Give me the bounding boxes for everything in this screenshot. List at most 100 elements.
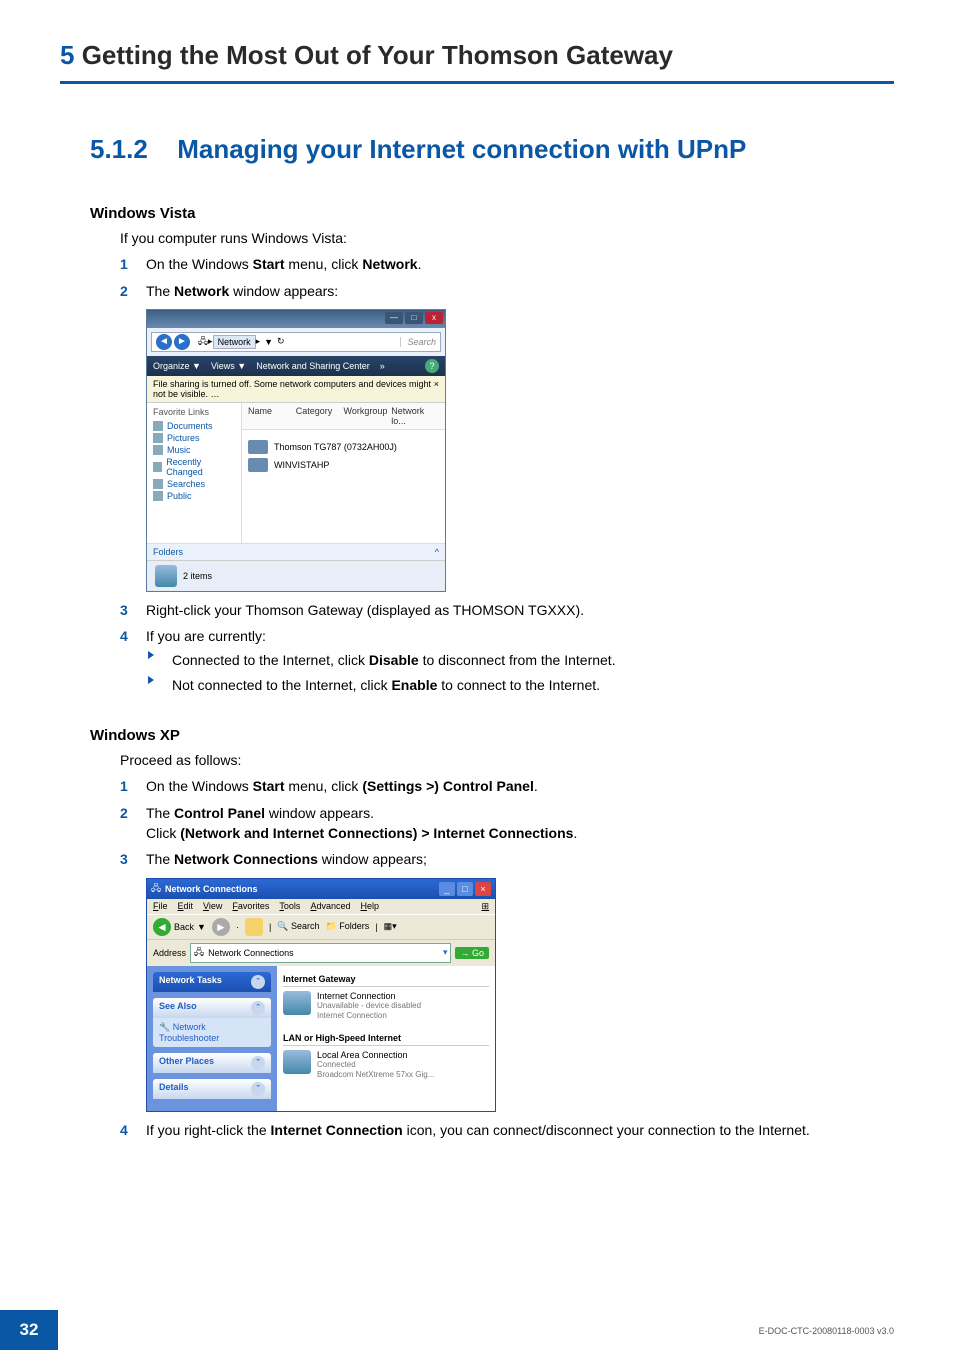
maximize-button[interactable]: □: [457, 882, 473, 896]
network-item-pc[interactable]: WINVISTAHP: [248, 458, 439, 472]
forward-button[interactable]: ►: [212, 918, 230, 936]
vista-steps-cont: 3 Right-click your Thomson Gateway (disp…: [120, 600, 894, 699]
folder-icon: [153, 433, 163, 443]
toolbar-more[interactable]: »: [380, 361, 385, 371]
vista-steps: 1 On the Windows Start menu, click Netwo…: [120, 254, 894, 301]
page-number: 32: [0, 1310, 58, 1350]
col-name[interactable]: Name: [248, 406, 296, 426]
xp-menubar[interactable]: File Edit View Favorites Tools Advanced …: [147, 899, 495, 914]
organize-menu[interactable]: Organize ▼: [153, 361, 201, 371]
group-internet-gateway: Internet Gateway: [283, 972, 489, 987]
minimize-button[interactable]: —: [385, 312, 403, 324]
sidebar-music[interactable]: Music: [153, 445, 235, 455]
minimize-button[interactable]: _: [439, 882, 455, 896]
up-button[interactable]: [245, 918, 263, 936]
sidebar-documents[interactable]: Documents: [153, 421, 235, 431]
vista-heading: Windows Vista: [90, 205, 894, 222]
step-marker: 4: [120, 626, 146, 699]
panel-other-places[interactable]: Other Placesˇ: [153, 1053, 271, 1073]
network-item-gateway[interactable]: Thomson TG787 (0732AH00J): [248, 440, 439, 454]
internet-connection-item[interactable]: Internet Connection Unavailable - device…: [283, 991, 489, 1021]
views-menu[interactable]: Views ▼: [211, 361, 246, 371]
sidebar-recently-changed[interactable]: Recently Changed: [153, 457, 235, 477]
address-label: Address: [153, 948, 186, 958]
vista-screenshot: — □ x ◄ ► 🖧 ▸ Network ▸ ▼ ↻ Search Organ…: [146, 309, 894, 592]
lan-connection-item[interactable]: Local Area Connection Connected Broadcom…: [283, 1050, 489, 1080]
chevron-icon[interactable]: ˆ: [251, 1001, 265, 1015]
xp-step-1: On the Windows Start menu, click (Settin…: [146, 776, 894, 796]
xp-addressbar: Address 🖧Network Connections▾ → Go: [147, 940, 495, 966]
menu-edit[interactable]: Edit: [178, 901, 194, 912]
infobar-close-icon[interactable]: ×: [434, 379, 439, 399]
menu-view[interactable]: View: [203, 901, 222, 912]
col-location[interactable]: Network lo...: [391, 406, 439, 426]
sidebar-searches[interactable]: Searches: [153, 479, 235, 489]
xp-step-4: If you right-click the Internet Connecti…: [146, 1120, 894, 1140]
vista-address-bar[interactable]: ◄ ► 🖧 ▸ Network ▸ ▼ ↻ Search: [151, 332, 441, 352]
sidebar-public[interactable]: Public: [153, 491, 235, 501]
xp-intro: Proceed as follows:: [120, 750, 894, 770]
panel-see-also[interactable]: See Alsoˆ 🔧 Network Troubleshooter: [153, 998, 271, 1047]
xp-sidepanel: Network Tasksˇ See Alsoˆ 🔧 Network Troub…: [147, 966, 277, 1111]
bullet-marker: [146, 675, 172, 695]
window-icon: 🖧: [151, 881, 161, 897]
step-marker: 3: [120, 849, 146, 869]
folder-icon: [153, 445, 163, 455]
network-troubleshooter-link[interactable]: 🔧 Network Troubleshooter: [153, 1018, 271, 1047]
maximize-button[interactable]: □: [405, 312, 423, 324]
xp-titlebar[interactable]: 🖧 Network Connections _ □ ×: [147, 879, 495, 899]
xp-toolbar: ◄Back ▼ ► · | 🔍 Search 📁 Folders | ▦▾: [147, 914, 495, 940]
chevron-up-icon: ^: [435, 547, 439, 557]
search-input[interactable]: Search: [400, 337, 436, 347]
breadcrumb-root-icon[interactable]: 🖧: [198, 334, 208, 350]
vista-titlebar[interactable]: — □ x: [147, 310, 445, 328]
xp-step-3: The Network Connections window appears;: [146, 849, 894, 869]
folders-pane-toggle[interactable]: Folders ^: [147, 543, 445, 560]
panel-network-tasks[interactable]: Network Tasksˇ: [153, 972, 271, 992]
go-button[interactable]: → Go: [455, 947, 489, 959]
sidebar-pictures[interactable]: Pictures: [153, 433, 235, 443]
views-button[interactable]: ▦▾: [384, 921, 397, 932]
chevron-icon[interactable]: ˇ: [251, 1082, 265, 1096]
menu-favorites[interactable]: Favorites: [232, 901, 269, 912]
vista-step-2: The Network window appears:: [146, 281, 894, 301]
back-button[interactable]: ◄Back ▼: [153, 918, 206, 936]
chevron-icon[interactable]: ˇ: [251, 975, 265, 989]
folder-icon: [153, 421, 163, 431]
chevron-icon[interactable]: ˇ: [251, 1056, 265, 1070]
menu-advanced[interactable]: Advanced: [310, 901, 350, 912]
section-number: 5.1.2: [90, 134, 170, 165]
nav-back-icon[interactable]: ◄: [156, 334, 172, 350]
vista-toolbar: Organize ▼ Views ▼ Network and Sharing C…: [147, 356, 445, 376]
address-field[interactable]: 🖧Network Connections▾: [190, 943, 451, 963]
col-category[interactable]: Category: [296, 406, 344, 426]
menu-file[interactable]: File: [153, 901, 168, 912]
nav-fwd-icon[interactable]: ►: [174, 334, 190, 350]
search-button[interactable]: 🔍 Search: [277, 921, 319, 932]
vista-step-4: If you are currently: Connected to the I…: [146, 626, 894, 699]
connection-icon: [283, 991, 311, 1015]
folders-button[interactable]: 📁 Folders: [326, 921, 370, 932]
close-button[interactable]: ×: [475, 882, 491, 896]
folder-icon: [153, 491, 163, 501]
menu-help[interactable]: Help: [360, 901, 379, 912]
help-icon[interactable]: ?: [425, 359, 439, 373]
sharing-center-button[interactable]: Network and Sharing Center: [256, 361, 370, 371]
router-icon: [248, 440, 268, 454]
col-workgroup[interactable]: Workgroup: [344, 406, 392, 426]
connection-icon: [283, 1050, 311, 1074]
windows-flag-icon: ⊞: [481, 901, 489, 912]
vista-infobar[interactable]: File sharing is turned off. Some network…: [147, 376, 445, 403]
section-title: 5.1.2 Managing your Internet connection …: [60, 134, 894, 165]
vista-intro: If you computer runs Windows Vista:: [120, 228, 894, 248]
xp-steps: 1 On the Windows Start menu, click (Sett…: [120, 776, 894, 869]
xp-heading: Windows XP: [90, 727, 894, 744]
menu-tools[interactable]: Tools: [279, 901, 300, 912]
breadcrumb-network[interactable]: Network: [213, 335, 256, 349]
column-headers[interactable]: Name Category Workgroup Network lo...: [242, 403, 445, 430]
computer-icon: [248, 458, 268, 472]
vista-step-3: Right-click your Thomson Gateway (displa…: [146, 600, 894, 620]
close-button[interactable]: x: [425, 312, 443, 324]
status-bar: 2 items: [147, 560, 445, 591]
panel-details[interactable]: Detailsˇ: [153, 1079, 271, 1099]
